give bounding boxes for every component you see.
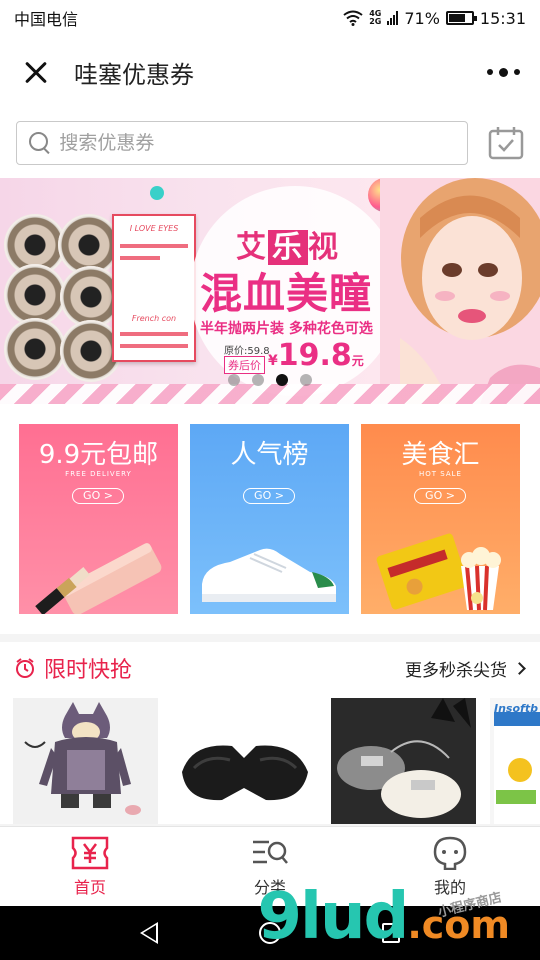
banner-price: ¥19.8元 bbox=[268, 338, 364, 373]
leaflet-title: I LOVE EYES bbox=[129, 224, 179, 233]
card-title: 9.9元包邮 bbox=[38, 440, 159, 470]
contact-lens-image bbox=[4, 264, 66, 326]
banner-stripes bbox=[0, 384, 540, 404]
bottom-tab-bar: 首页 分类 我的 bbox=[0, 826, 540, 906]
promo-banner[interactable]: I LOVE EYES French con 艾乐视 混血美瞳 半年抛两片装 多… bbox=[0, 178, 540, 404]
fur-bag-image bbox=[331, 698, 476, 824]
more-options-button[interactable] bbox=[487, 67, 520, 77]
go-button[interactable]: GO > bbox=[414, 488, 466, 504]
signal-icon bbox=[387, 11, 399, 25]
flash-sale-title: 限时快抢 bbox=[44, 658, 133, 683]
snacks-image bbox=[376, 533, 501, 611]
carrier-label: 中国电信 bbox=[14, 10, 79, 29]
tab-label: 我的 bbox=[433, 877, 466, 897]
sneaker-image bbox=[202, 548, 336, 602]
original-price: 原价:59.8 bbox=[224, 346, 270, 357]
status-bar: 中国电信 4G 2G 71% 15:31 bbox=[0, 0, 540, 36]
product-card-eye-mask[interactable] bbox=[172, 698, 317, 824]
system-navigation-bar bbox=[0, 906, 540, 960]
back-icon[interactable] bbox=[140, 922, 159, 944]
product-leaflet: I LOVE EYES French con bbox=[112, 214, 196, 362]
category-cards: 9.9元包邮 FREE DELIVERY GO > 人气榜 GO > 美食汇 H… bbox=[0, 404, 540, 634]
carousel-dot[interactable] bbox=[228, 374, 240, 386]
contact-lens-image bbox=[4, 318, 66, 380]
calendar-check-icon[interactable] bbox=[488, 126, 524, 160]
status-icons: 4G 2G 71% 15:31 bbox=[343, 9, 526, 28]
tab-home[interactable]: 首页 bbox=[0, 827, 180, 906]
flash-sale-section: 限时快抢 更多秒杀尖货 Insoftb bbox=[0, 642, 540, 824]
more-deals-link[interactable]: 更多秒杀尖货 bbox=[405, 656, 526, 681]
carousel-dots bbox=[228, 374, 312, 386]
model-portrait bbox=[380, 178, 540, 404]
lipstick-image bbox=[35, 543, 162, 614]
tab-category[interactable]: 分类 bbox=[180, 827, 360, 906]
go-button[interactable]: GO > bbox=[72, 488, 124, 504]
diapers-brand: Insoftb bbox=[494, 702, 538, 715]
product-card-fur-bag[interactable] bbox=[331, 698, 476, 824]
product-card-kids-coat[interactable] bbox=[13, 698, 158, 824]
carousel-dot-active[interactable] bbox=[276, 374, 288, 386]
banner-subline: 半年抛两片装 多种花色可选 bbox=[200, 321, 373, 337]
close-button[interactable] bbox=[20, 56, 52, 88]
tab-profile[interactable]: 我的 bbox=[360, 827, 540, 906]
tab-label: 分类 bbox=[253, 877, 286, 897]
chevron-right-icon bbox=[513, 661, 526, 675]
tab-label: 首页 bbox=[73, 877, 106, 897]
card-subtitle: HOT SALE bbox=[419, 470, 462, 478]
network-type: 4G 2G bbox=[369, 9, 382, 26]
go-button[interactable]: GO > bbox=[243, 488, 295, 504]
diapers-image bbox=[490, 698, 540, 824]
search-input[interactable] bbox=[59, 132, 455, 154]
clock: 15:31 bbox=[479, 8, 526, 28]
user-face-icon bbox=[433, 836, 467, 870]
app-screen: 中国电信 4G 2G 71% 15:31 哇塞优惠券 搜索优惠券 I LOVE … bbox=[0, 0, 540, 960]
banner-headline: 混血美瞳 bbox=[200, 269, 373, 318]
product-card-diapers[interactable]: Insoftb bbox=[490, 698, 540, 824]
card-title: 人气榜 bbox=[230, 440, 309, 470]
recent-apps-icon[interactable] bbox=[381, 923, 400, 943]
wifi-icon bbox=[343, 10, 363, 26]
kids-coat-image bbox=[13, 698, 158, 824]
more-deals-label: 更多秒杀尖货 bbox=[405, 660, 507, 681]
alarm-clock-icon bbox=[16, 658, 34, 678]
category-search-icon bbox=[253, 840, 288, 864]
category-card-free-shipping[interactable]: 9.9元包邮 FREE DELIVERY GO > bbox=[19, 424, 178, 614]
title-bar: 哇塞优惠券 bbox=[0, 36, 540, 108]
search-row bbox=[0, 108, 540, 178]
product-list: Insoftb bbox=[0, 694, 540, 824]
search-icon bbox=[29, 132, 49, 154]
battery-icon bbox=[445, 11, 477, 25]
coupon-tag: 券后价 bbox=[224, 356, 265, 374]
page-title: 哇塞优惠券 bbox=[74, 60, 194, 89]
battery-percent: 71% bbox=[404, 8, 440, 28]
eye-mask-image bbox=[172, 698, 317, 824]
category-card-popular[interactable]: 人气榜 GO > bbox=[190, 424, 349, 614]
card-title: 美食汇 bbox=[401, 440, 480, 470]
flash-sale-header: 限时快抢 更多秒杀尖货 bbox=[0, 642, 540, 694]
search-box[interactable] bbox=[16, 121, 468, 165]
home-icon[interactable] bbox=[258, 922, 281, 944]
leaflet-sub: French con bbox=[131, 314, 177, 323]
carousel-dot[interactable] bbox=[300, 374, 312, 386]
coupon-yen-icon bbox=[71, 836, 109, 869]
card-subtitle: FREE DELIVERY bbox=[65, 470, 132, 478]
category-card-food[interactable]: 美食汇 HOT SALE GO > bbox=[361, 424, 520, 614]
carousel-dot[interactable] bbox=[252, 374, 264, 386]
decor-ball bbox=[150, 186, 164, 200]
